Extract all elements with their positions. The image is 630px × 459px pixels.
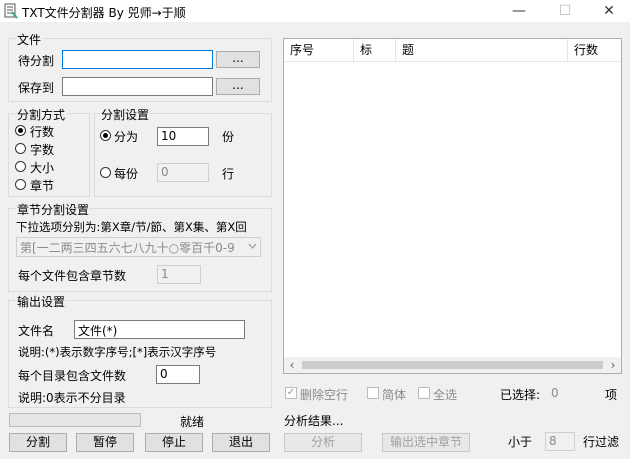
chapter-settings-label: 章节分割设置	[16, 201, 91, 218]
pause-button[interactable]: 暂停	[76, 433, 134, 452]
column-header-title-b[interactable]: 题	[396, 39, 568, 61]
simplified-checkbox[interactable]	[367, 387, 379, 399]
analyze-button[interactable]: 分析	[284, 433, 362, 452]
close-button[interactable]: ✕	[586, 0, 630, 22]
radio-parts-label[interactable]: 分为	[114, 128, 138, 145]
selected-count: 0	[551, 386, 559, 400]
scrollbar-thumb[interactable]	[302, 361, 603, 369]
radio-lines[interactable]	[15, 125, 26, 136]
remove-blank-label[interactable]: 删除空行	[300, 386, 348, 403]
remove-blank-checkbox[interactable]: ✓	[285, 387, 297, 399]
column-header-title-a[interactable]: 标	[354, 39, 396, 61]
radio-size-label[interactable]: 大小	[30, 159, 54, 176]
each-input[interactable]: 0	[157, 163, 209, 182]
split-button[interactable]: 分割	[9, 433, 67, 452]
save-label: 保存到	[18, 81, 55, 95]
exit-button[interactable]: 退出	[212, 433, 270, 452]
split-settings-group	[94, 113, 272, 197]
radio-each[interactable]	[100, 167, 111, 178]
simplified-label[interactable]: 简体	[382, 386, 406, 403]
progress-bar	[9, 413, 141, 427]
selected-label: 已选择:	[500, 388, 541, 402]
parts-unit: 份	[222, 130, 235, 144]
radio-lines-label[interactable]: 行数	[30, 123, 54, 140]
file-group-label: 文件	[16, 31, 43, 48]
export-selected-button[interactable]: 输出选中章节	[382, 433, 470, 452]
title-bar: TXT文件分割器 By 兕师→于顺 — ☐ ✕	[0, 0, 630, 22]
radio-parts[interactable]	[100, 130, 111, 141]
filename-label: 文件名	[18, 324, 55, 338]
radio-chars-label[interactable]: 字数	[30, 141, 54, 158]
window-title: TXT文件分割器 By 兕师→于顺	[22, 6, 186, 20]
status-text: 就绪	[180, 415, 205, 429]
radio-size[interactable]	[15, 161, 26, 172]
header-divider	[284, 61, 621, 62]
less-than-label: 小于	[508, 435, 533, 449]
radio-chars[interactable]	[15, 143, 26, 154]
chapter-pattern-select[interactable]: 第[一二两三四五六七八九十○零百千0-9	[16, 237, 261, 257]
scroll-right-icon[interactable]: ›	[607, 357, 619, 373]
stop-button[interactable]: 停止	[145, 433, 203, 452]
maximize-button[interactable]: ☐	[542, 0, 588, 22]
analysis-result-label: 分析结果...	[284, 414, 344, 428]
chapter-hint: 下拉选项分别为:第X章/节/節、第X集、第X回	[16, 220, 247, 234]
split-mode-label: 分割方式	[16, 106, 67, 123]
horizontal-scrollbar[interactable]: ‹ ›	[284, 357, 621, 373]
filename-input[interactable]: 文件(*)	[74, 320, 245, 339]
column-header-index[interactable]: 序号	[284, 39, 354, 61]
browse-save-button[interactable]: ...	[216, 78, 260, 95]
select-all-checkbox[interactable]	[418, 387, 430, 399]
app-icon	[4, 3, 18, 19]
selected-unit: 项	[605, 388, 618, 402]
radio-chapter[interactable]	[15, 179, 26, 190]
parts-input[interactable]: 10	[157, 127, 209, 146]
filename-note: 说明:(*)表示数字序号;[*]表示汉字序号	[18, 345, 217, 359]
chapter-list[interactable]: 序号 标 题 行数 ‹ ›	[283, 38, 622, 374]
scroll-left-icon[interactable]: ‹	[286, 357, 298, 373]
files-per-dir-label: 每个目录包含文件数	[18, 369, 127, 383]
chapters-per-file-label: 每个文件包含章节数	[18, 269, 127, 283]
radio-chapter-label[interactable]: 章节	[30, 177, 54, 194]
radio-each-label[interactable]: 每份	[114, 165, 138, 182]
save-path-input[interactable]	[62, 77, 213, 96]
output-settings-label: 输出设置	[16, 293, 67, 310]
select-all-label[interactable]: 全选	[433, 386, 457, 403]
minimize-button[interactable]: —	[496, 0, 542, 22]
source-label: 待分割	[18, 54, 55, 68]
source-file-input[interactable]	[62, 50, 213, 69]
split-settings-label: 分割设置	[100, 106, 151, 123]
chapters-per-file-input[interactable]: 1	[157, 265, 201, 284]
files-per-dir-input[interactable]: 0	[156, 365, 200, 384]
each-unit: 行	[222, 167, 235, 181]
chevron-down-icon[interactable]	[248, 243, 257, 250]
dir-note: 说明:0表示不分目录	[18, 391, 126, 405]
filter-lines-input[interactable]: 8	[545, 432, 575, 451]
column-header-lines[interactable]: 行数	[568, 39, 621, 61]
filter-label: 行过滤	[583, 435, 620, 449]
browse-source-button[interactable]: ...	[216, 51, 260, 68]
